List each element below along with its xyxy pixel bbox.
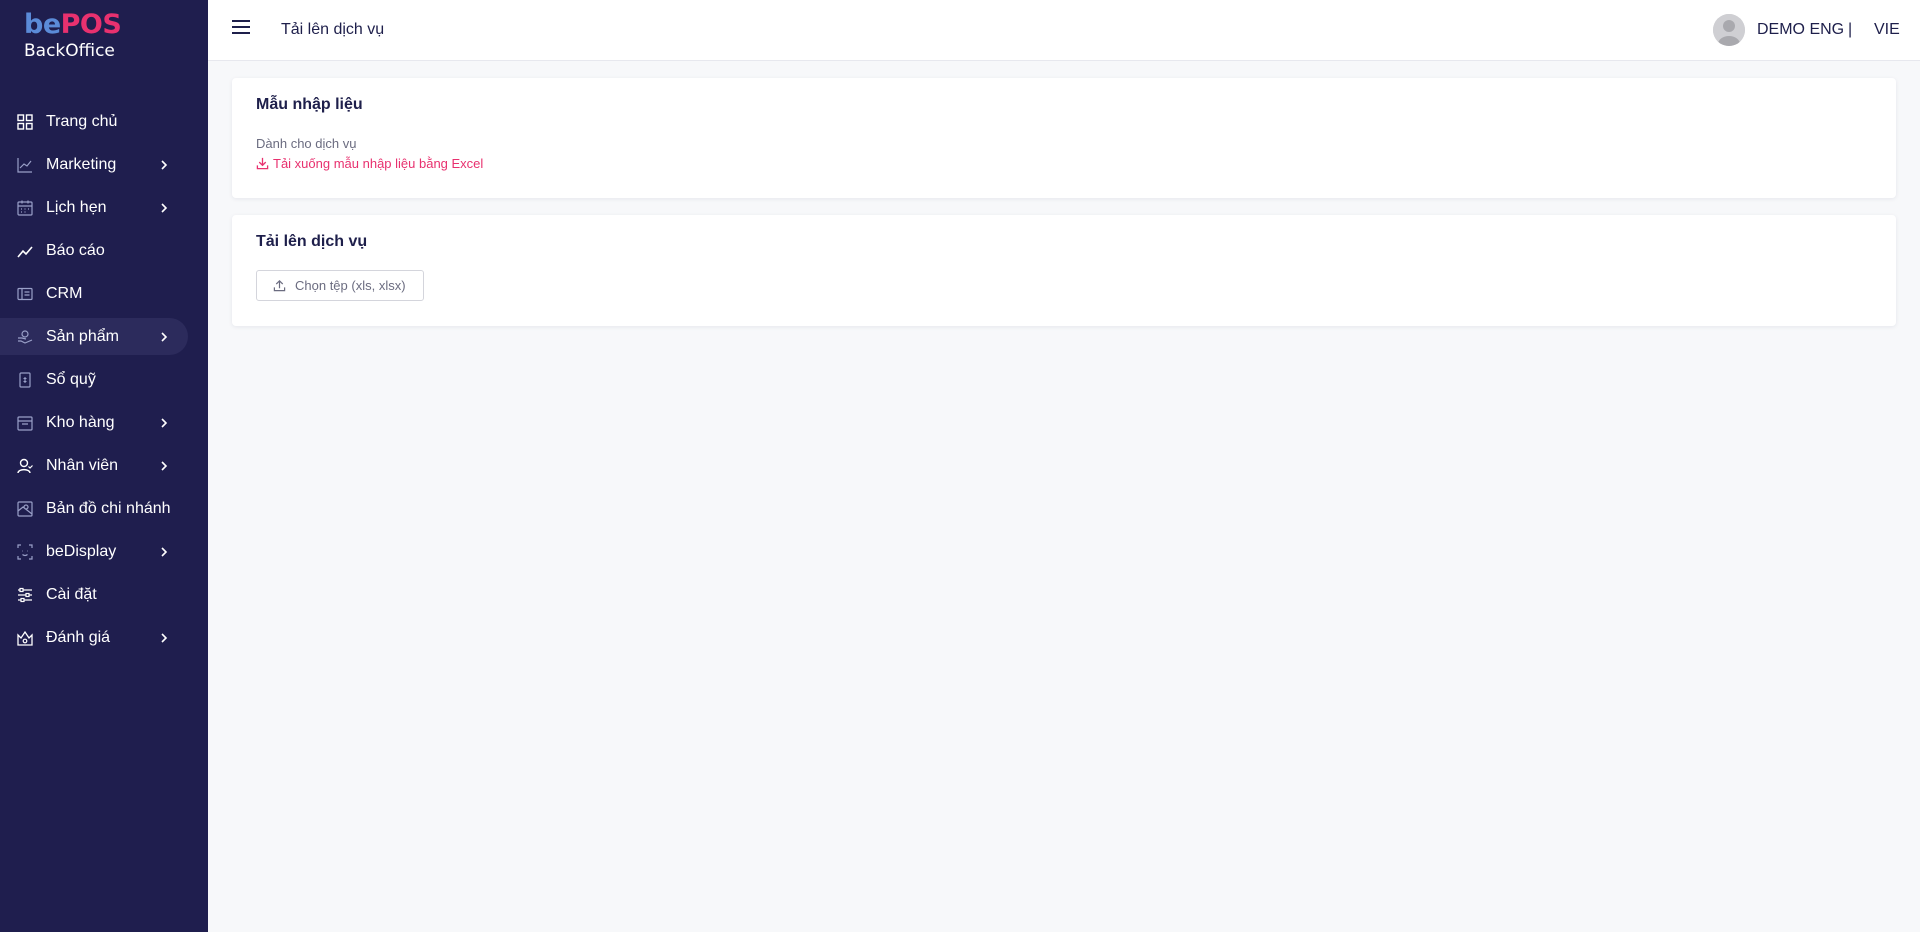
warehouse-icon	[16, 414, 34, 432]
sidebar-item-12[interactable]: Cài đặt	[0, 576, 188, 613]
sidebar-item-label: Cài đặt	[46, 585, 97, 603]
sidebar-item-label: Trang chủ	[46, 112, 118, 130]
template-card-title: Mẫu nhập liệu	[256, 96, 363, 113]
sidebar-nav: Trang chủ Marketing Lịch hẹn Báo cáo CRM Sản …	[0, 103, 208, 662]
rating-icon	[16, 629, 34, 647]
user-avatar-icon	[1713, 14, 1745, 46]
template-card: Mẫu nhập liệu Dành cho dịch vụ Tải xuống…	[232, 78, 1896, 198]
sidebar-item-11[interactable]: beDisplay	[0, 533, 188, 570]
logo-subtitle: BackOffice	[24, 41, 115, 61]
chevron-right-icon	[158, 158, 170, 170]
chevron-right-icon	[158, 330, 170, 342]
chevron-right-icon	[158, 416, 170, 428]
sidebar-item-label: Kho hàng	[46, 413, 115, 431]
sidebar-item-13[interactable]: Đánh giá	[0, 619, 188, 656]
sidebar-item-2[interactable]: Marketing	[0, 146, 188, 183]
sidebar-item-9[interactable]: Nhân viên	[0, 447, 188, 484]
settings-sliders-icon	[16, 586, 34, 604]
logo-pos: POS	[60, 9, 122, 40]
download-icon	[256, 157, 269, 170]
grid-icon	[16, 113, 34, 131]
chevron-right-icon	[158, 631, 170, 643]
sidebar-item-label: Sổ quỹ	[46, 370, 96, 388]
upload-icon	[273, 280, 286, 292]
template-card-subtitle: Dành cho dịch vụ	[256, 136, 357, 151]
sidebar-item-10[interactable]: Bản đồ chi nhánh	[0, 490, 188, 527]
sidebar-item-6[interactable]: Sản phẩm	[0, 318, 188, 355]
cashbook-icon	[16, 371, 34, 389]
sidebar: bePOS BackOffice Trang chủ Marketing Lịch …	[0, 0, 208, 932]
staff-icon	[16, 457, 34, 475]
sidebar-item-label: Báo cáo	[46, 241, 105, 259]
hamburger-icon	[232, 20, 250, 34]
logo-be: be	[24, 9, 61, 40]
upload-card-title: Tải lên dịch vụ	[256, 233, 368, 250]
language-switch[interactable]: VIE	[1874, 21, 1900, 39]
header-separator: |	[1848, 21, 1853, 38]
menu-toggle-button[interactable]	[232, 19, 250, 35]
calendar-icon	[16, 199, 34, 217]
sidebar-item-label: Bản đồ chi nhánh	[46, 499, 171, 517]
page-title: Tải lên dịch vụ	[281, 21, 385, 38]
chevron-right-icon	[158, 459, 170, 471]
map-icon	[16, 500, 34, 518]
sidebar-item-label: Đánh giá	[46, 628, 111, 646]
choose-file-button[interactable]: Chọn tệp (xls, xlsx)	[256, 270, 424, 301]
sidebar-item-8[interactable]: Kho hàng	[0, 404, 188, 441]
display-scan-icon	[16, 543, 34, 561]
top-header: Tải lên dịch vụ DEMO ENG | VIE	[208, 0, 1920, 61]
sidebar-item-label: Sản phẩm	[46, 327, 119, 345]
upload-card: Tải lên dịch vụ Chọn tệp (xls, xlsx)	[232, 215, 1896, 326]
sidebar-item-label: CRM	[46, 284, 83, 302]
sidebar-item-7[interactable]: Sổ quỹ	[0, 361, 188, 398]
chevron-right-icon	[158, 201, 170, 213]
sidebar-item-1[interactable]: Trang chủ	[0, 103, 188, 140]
bepos-logo[interactable]: bePOS BackOffice	[24, 10, 164, 66]
sidebar-item-label: Nhân viên	[46, 456, 119, 474]
user-name[interactable]: DEMO ENG	[1757, 21, 1844, 39]
id-card-icon	[16, 285, 34, 303]
sidebar-item-label: Lịch hẹn	[46, 198, 107, 216]
sidebar-item-3[interactable]: Lịch hẹn	[0, 189, 188, 226]
sidebar-item-label: Marketing	[46, 155, 117, 173]
logo-wordmark: bePOS	[24, 10, 164, 40]
sidebar-item-5[interactable]: CRM	[0, 275, 188, 312]
choose-file-label: Chọn tệp (xls, xlsx)	[295, 278, 406, 293]
product-icon	[16, 328, 34, 346]
chevron-right-icon	[158, 545, 170, 557]
line-chart-icon	[16, 242, 34, 260]
download-template-label: Tải xuống mẫu nhập liệu bằng Excel	[273, 156, 484, 171]
sidebar-item-4[interactable]: Báo cáo	[0, 232, 188, 269]
avatar[interactable]	[1713, 14, 1745, 46]
sidebar-item-label: beDisplay	[46, 542, 117, 560]
trend-chart-icon	[16, 156, 34, 174]
download-template-link[interactable]: Tải xuống mẫu nhập liệu bằng Excel	[256, 156, 483, 171]
